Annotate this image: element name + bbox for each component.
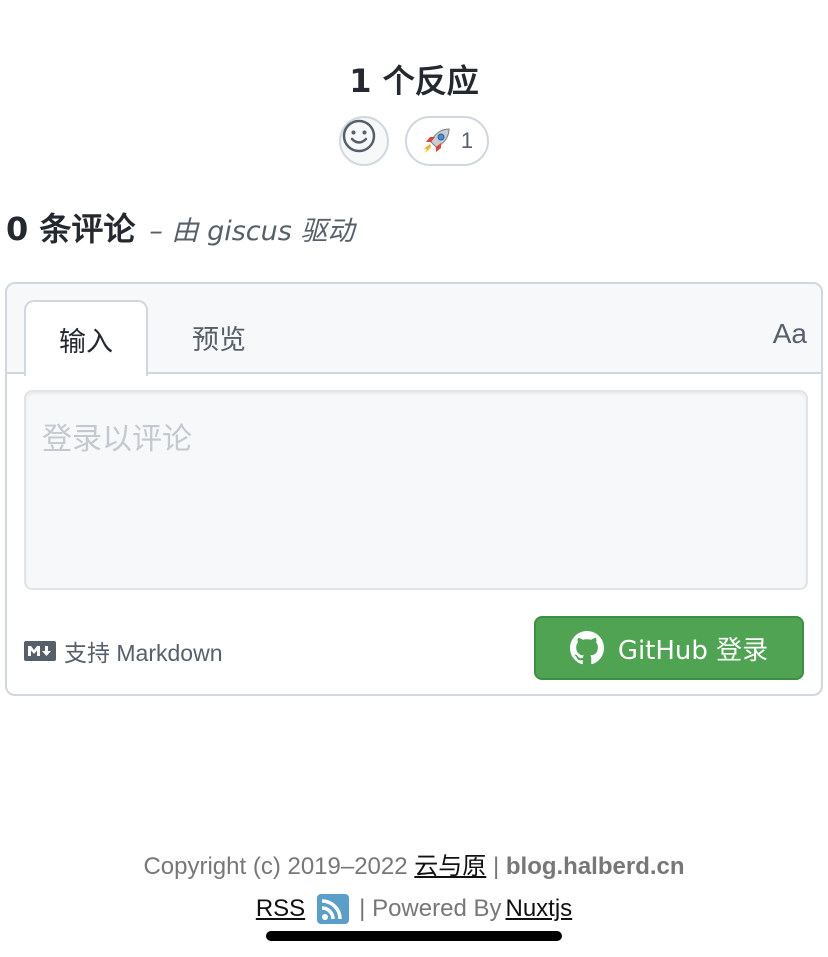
footer-links: RSS | Powered By Nuxtjs (0, 894, 828, 924)
rss-link[interactable]: RSS (256, 895, 305, 923)
font-toggle-button[interactable]: Aa (773, 318, 807, 350)
site-name-link[interactable]: 云与原 (414, 853, 486, 880)
comment-textarea[interactable]: 登录以评论 (24, 390, 808, 590)
markdown-icon (24, 641, 56, 661)
tab-preview[interactable]: 预览 (157, 300, 281, 374)
markdown-hint-label: 支持 Markdown (64, 640, 223, 666)
footer-separator: | (492, 853, 500, 880)
site-domain: blog.halberd.cn (505, 853, 685, 880)
markdown-hint[interactable]: 支持 Markdown (24, 634, 222, 668)
reactions-row: 1 (0, 116, 828, 166)
smiley-icon (342, 119, 376, 153)
comment-editor: 输入 预览 Aa 登录以评论 支持 Markdown GitHub 登录 (5, 282, 823, 696)
comments-header: 0 条评论 – 由 giscus 驱动 (6, 204, 354, 250)
rss-icon[interactable] (317, 894, 350, 924)
add-reaction-button[interactable] (339, 116, 389, 166)
copyright-text: Copyright (c) 2019–2022 (143, 853, 408, 880)
tab-write[interactable]: 输入 (24, 300, 148, 376)
powered-by-label: | Powered By (359, 895, 502, 922)
github-icon (569, 631, 604, 665)
comments-count: 0 条评论 (6, 210, 136, 248)
home-indicator (266, 931, 562, 941)
reaction-rocket-button[interactable]: 1 (405, 116, 489, 166)
nuxtjs-link[interactable]: Nuxtjs (505, 895, 572, 923)
reactions-count-title: 1 个反应 (349, 62, 479, 100)
reaction-rocket-count: 1 (460, 128, 474, 153)
rocket-icon (423, 128, 450, 153)
footer-copyright: Copyright (c) 2019–2022 云与原 | blog.halbe… (0, 846, 828, 881)
github-login-button[interactable]: GitHub 登录 (534, 616, 804, 680)
powered-by-giscus: – 由 giscus 驱动 (149, 216, 355, 247)
editor-tabbar: 输入 预览 Aa (7, 284, 821, 376)
github-login-label: GitHub 登录 (617, 635, 769, 666)
